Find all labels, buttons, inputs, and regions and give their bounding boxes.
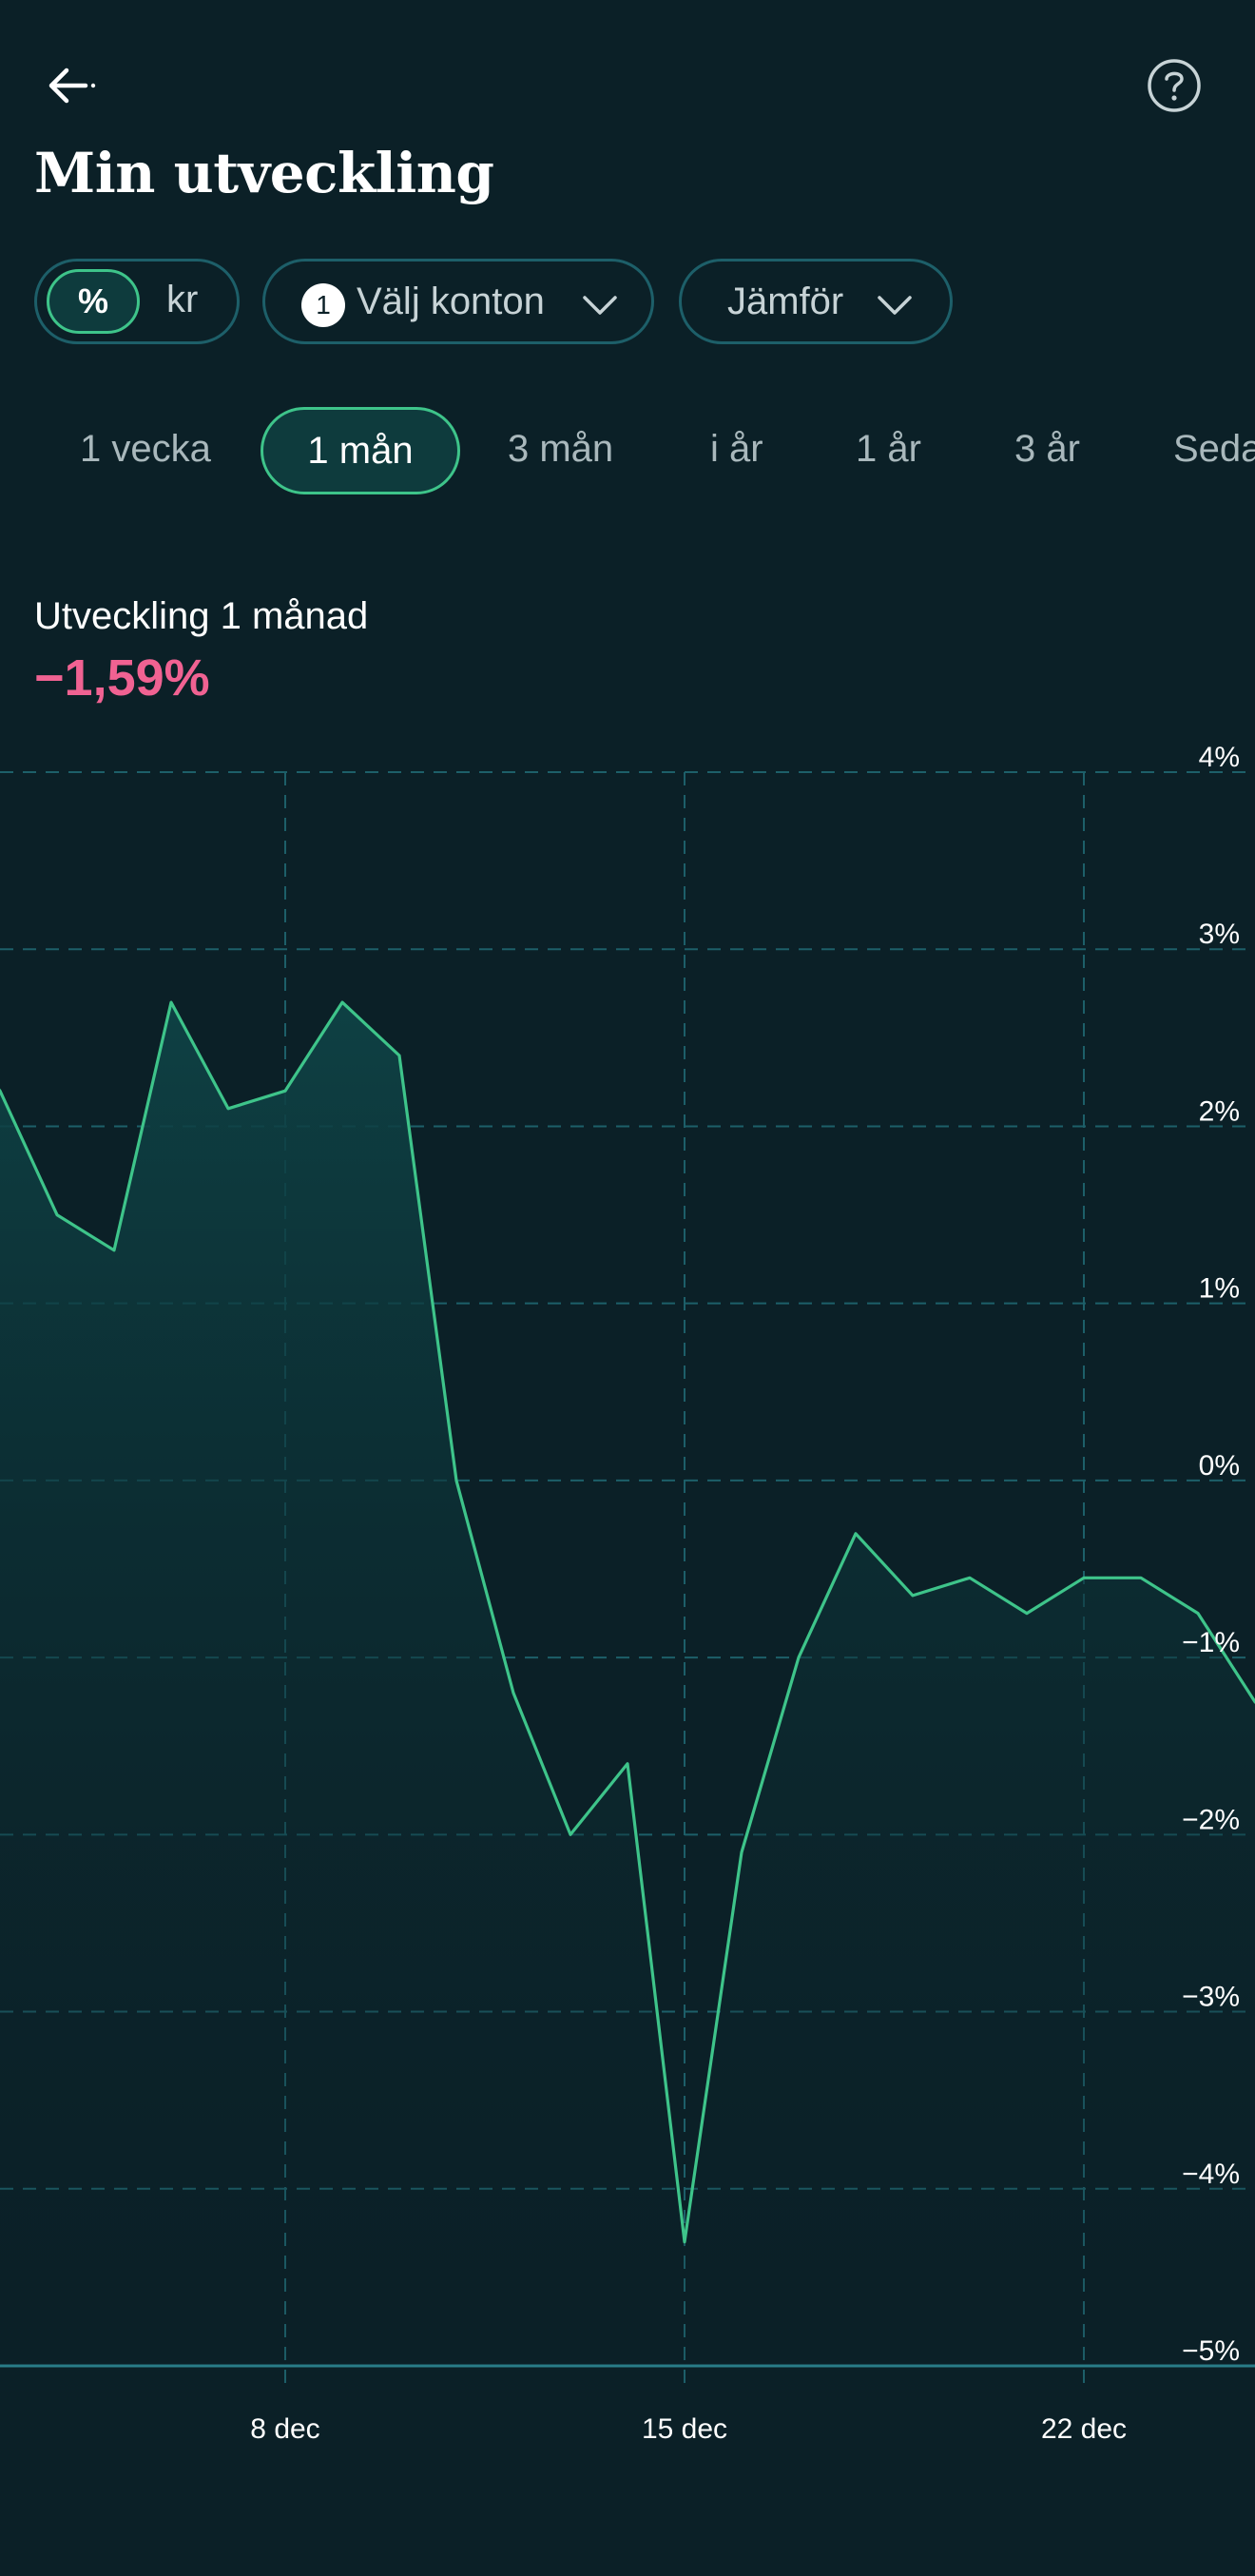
period-tab-1-ar[interactable]: 1 år: [856, 428, 921, 471]
period-tab-sedan-start[interactable]: Seda: [1173, 428, 1255, 471]
unit-toggle: % kr: [34, 259, 240, 344]
unit-currency-option[interactable]: kr: [166, 279, 198, 321]
performance-label: Utveckling 1 månad: [34, 595, 369, 637]
performance-chart[interactable]: 4% 3% 2% 1% 0% −1% −2% −3% −4% −5% 8 dec 15 dec 22 d…: [0, 742, 1255, 2482]
x-tick-label: 8 dec: [250, 2413, 319, 2445]
y-tick-label: 3%: [1199, 919, 1240, 950]
back-button[interactable]: [38, 52, 105, 119]
y-tick-label: 2%: [1199, 1095, 1240, 1127]
period-tab-3-man[interactable]: 3 mån: [508, 428, 613, 471]
page-title: Min utveckling: [34, 141, 494, 205]
y-tick-label: −2%: [1182, 1804, 1240, 1835]
y-tick-label: −4%: [1182, 2159, 1240, 2190]
unit-percent-option[interactable]: %: [47, 269, 140, 334]
y-tick-label: −3%: [1182, 1982, 1240, 2013]
arrow-left-icon: [48, 68, 96, 104]
compare-button[interactable]: Jämför: [679, 259, 953, 344]
help-button[interactable]: [1141, 52, 1207, 119]
x-tick-label: 22 dec: [1041, 2413, 1127, 2445]
accounts-count-badge: 1: [301, 283, 345, 327]
period-tab-1-vecka[interactable]: 1 vecka: [80, 428, 211, 471]
period-tab-1-man[interactable]: 1 mån: [261, 407, 460, 494]
y-tick-label: −5%: [1182, 2335, 1240, 2367]
y-tick-label: 0%: [1199, 1450, 1240, 1482]
x-tick-label: 15 dec: [642, 2413, 727, 2445]
select-accounts-button[interactable]: 1 Välj konton: [262, 259, 654, 344]
y-tick-label: 4%: [1199, 742, 1240, 773]
select-accounts-label: Välj konton: [357, 281, 545, 322]
chevron-down-icon: [583, 296, 617, 315]
period-tab-3-ar[interactable]: 3 år: [1014, 428, 1080, 471]
compare-label: Jämför: [727, 281, 844, 322]
performance-area: [0, 1002, 1255, 2366]
y-tick-label: 1%: [1199, 1273, 1240, 1305]
period-tab-i-ar[interactable]: i år: [710, 428, 763, 471]
question-icon: [1148, 59, 1201, 112]
y-tick-label: −1%: [1182, 1627, 1240, 1658]
chevron-down-icon: [878, 296, 912, 315]
performance-value: −1,59%: [34, 649, 210, 707]
